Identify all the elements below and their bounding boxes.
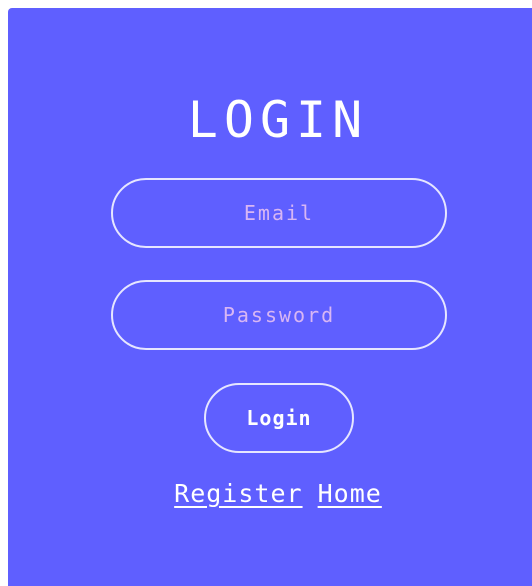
email-field[interactable] — [111, 178, 447, 248]
login-card: LOGIN Login Register Home — [8, 8, 532, 586]
login-button[interactable]: Login — [204, 383, 354, 453]
footer-links: Register Home — [8, 478, 532, 510]
page-title: LOGIN — [187, 91, 369, 149]
password-field[interactable] — [111, 280, 447, 350]
home-link[interactable]: Home — [318, 479, 382, 508]
register-link[interactable]: Register — [174, 479, 302, 508]
